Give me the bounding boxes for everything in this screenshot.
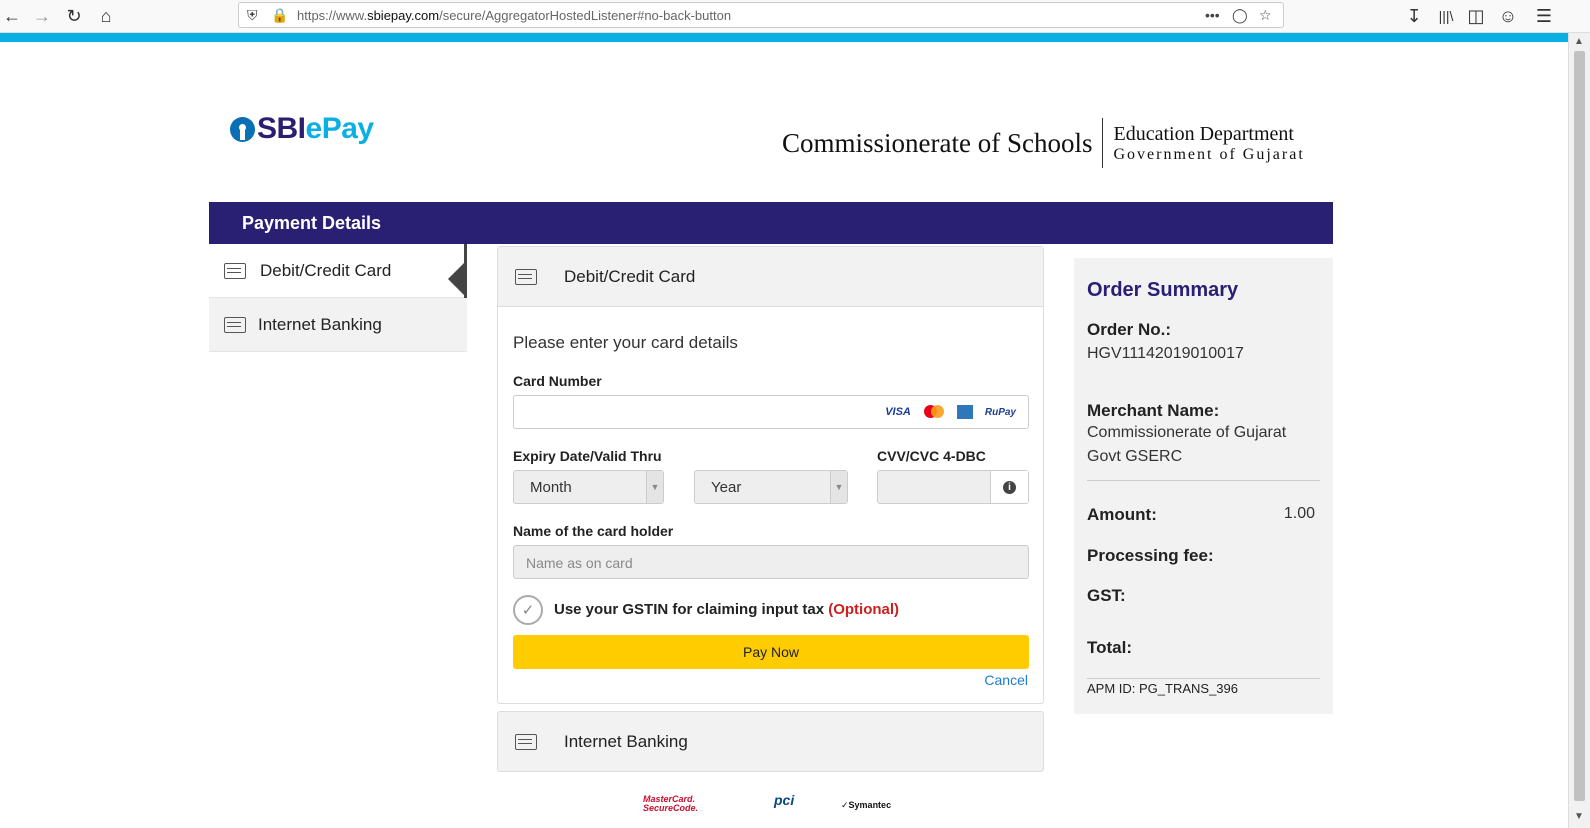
mastercard-securecode-logo: MasterCard. SecureCode. — [643, 794, 699, 813]
gstin-optional: (Optional) — [828, 601, 900, 618]
merchant-name-label: Merchant Name: — [1087, 401, 1220, 420]
department-header: Commissionerate of Schools Education Dep… — [782, 118, 1305, 168]
cardholder-name-input[interactable]: Name as on card — [513, 545, 1029, 579]
apm-id: APM ID: PG_TRANS_396 — [1087, 681, 1238, 696]
pay-now-button[interactable]: Pay Now — [513, 635, 1029, 669]
cvv-label: CVV/CVC 4-DBC — [877, 448, 986, 464]
pci-certified-logo: pci — [774, 792, 795, 808]
page-actions-icon[interactable]: ••• — [1205, 7, 1220, 23]
cvv-info-button[interactable]: i — [990, 471, 1028, 503]
order-no-label: Order No.: — [1087, 320, 1172, 339]
card-payment-panel: Debit/Credit Card Please enter your card… — [497, 246, 1044, 704]
order-no-value: HGV11142019010017 — [1087, 345, 1244, 362]
bank-icon — [224, 316, 246, 333]
download-icon[interactable]: ↧ — [1402, 4, 1426, 28]
payment-details-banner: Payment Details — [209, 202, 1333, 244]
order-summary-title: Order Summary — [1087, 279, 1239, 301]
internet-banking-panel[interactable]: Internet Banking — [497, 711, 1044, 772]
shield-icon[interactable]: ⛨ — [247, 7, 258, 24]
back-arrow-icon[interactable]: ← — [0, 4, 24, 28]
expiry-month-select[interactable]: Month ▼ — [513, 470, 664, 504]
cvv-input[interactable]: i — [877, 470, 1029, 504]
merchant-name-line-2: Govt GSERC — [1087, 448, 1183, 465]
card-number-input[interactable]: VISA RuPay — [513, 395, 1029, 429]
lock-icon[interactable]: 🔒 — [271, 7, 288, 24]
scroll-thumb[interactable] — [1574, 51, 1585, 801]
card-instruction: Please enter your card details — [513, 333, 738, 352]
dept-line-1: Education Department — [1113, 122, 1294, 145]
forward-arrow-icon[interactable]: → — [30, 4, 54, 28]
symantec-logo: ✓Symantec — [841, 800, 892, 810]
card-number-label: Card Number — [513, 373, 602, 389]
expiry-label: Expiry Date/Valid Thru — [513, 448, 662, 464]
processing-fee-label: Processing fee: — [1087, 546, 1214, 565]
card-icon — [515, 268, 537, 285]
expiry-year-select[interactable]: Year ▼ — [694, 470, 848, 504]
home-icon[interactable]: ⌂ — [94, 4, 118, 28]
url-text[interactable]: https://www.sbiepay.com/secure/Aggregato… — [297, 8, 731, 23]
year-value: Year — [711, 479, 742, 496]
rupay-icon: RuPay — [984, 406, 1016, 418]
account-icon[interactable]: ☺ — [1496, 4, 1520, 28]
dept-main-title: Commissionerate of Schools — [782, 127, 1093, 158]
dept-divider — [1102, 118, 1104, 168]
order-summary-panel: Order Summary Order No.: HGV111420190100… — [1074, 258, 1333, 714]
internet-banking-title: Internet Banking — [564, 731, 688, 751]
gstin-checkbox[interactable]: ✓ — [513, 595, 543, 625]
amount-value: 1.00 — [1283, 505, 1315, 522]
mastercard-icon — [923, 405, 945, 419]
card-brand-logos: VISA RuPay — [885, 405, 1016, 419]
url-bar[interactable]: ⛨ 🔒 https://www.sbiepay.com/secure/Aggre… — [238, 2, 1284, 28]
amex-icon — [956, 405, 973, 419]
month-value: Month — [530, 479, 572, 496]
sidebar-icon[interactable]: ◫ — [1464, 4, 1488, 28]
total-label: Total: — [1087, 638, 1133, 657]
card-panel-title: Debit/Credit Card — [564, 266, 696, 286]
bank-icon — [515, 733, 537, 750]
active-tab-indicator — [464, 244, 467, 298]
tab-label: Internet Banking — [258, 314, 382, 334]
dept-line-2: Government of Gujarat — [1113, 145, 1305, 163]
gst-label: GST: — [1087, 586, 1126, 605]
page-scrollbar[interactable]: ▲ ▼ — [1568, 33, 1590, 828]
visa-icon: VISA — [885, 406, 911, 418]
library-icon[interactable]: |||\ — [1434, 4, 1458, 28]
tab-debit-credit-card[interactable]: Debit/Credit Card — [209, 244, 467, 298]
sbiepay-logo: SBI ePay — [230, 112, 374, 146]
merchant-name-line-1: Commissionerate of Gujarat — [1087, 424, 1287, 441]
menu-icon[interactable]: ☰ — [1532, 4, 1556, 28]
sbi-keyhole-icon — [230, 116, 255, 142]
cancel-link[interactable]: Cancel — [984, 672, 1028, 688]
chevron-down-icon: ▼ — [646, 471, 663, 503]
checkmark-icon: ✓ — [521, 602, 535, 619]
active-tab-arrow — [448, 263, 464, 295]
bookmark-star-icon[interactable]: ☆ — [1259, 7, 1272, 24]
tab-internet-banking[interactable]: Internet Banking — [209, 298, 467, 352]
tab-label: Debit/Credit Card — [260, 260, 392, 280]
card-panel-header[interactable]: Debit/Credit Card — [498, 247, 1043, 307]
scroll-down-icon[interactable]: ▼ — [1574, 811, 1584, 822]
summary-divider — [1087, 480, 1320, 481]
gstin-text: Use your GSTIN for claiming input tax (O… — [554, 601, 900, 618]
card-icon — [224, 262, 246, 279]
chevron-down-icon: ▼ — [830, 471, 847, 503]
summary-divider — [1087, 678, 1320, 679]
info-icon: i — [1003, 480, 1016, 494]
browser-toolbar: ← → ↻ ⌂ ⛨ 🔒 https://www.sbiepay.com/secu… — [0, 0, 1590, 33]
pocket-icon[interactable]: ◯ — [1232, 7, 1248, 24]
loading-bar — [0, 33, 1568, 42]
scroll-up-icon[interactable]: ▲ — [1574, 36, 1584, 47]
cardholder-name-label: Name of the card holder — [513, 523, 674, 539]
reload-icon[interactable]: ↻ — [62, 4, 86, 28]
amount-label: Amount: — [1087, 505, 1157, 524]
